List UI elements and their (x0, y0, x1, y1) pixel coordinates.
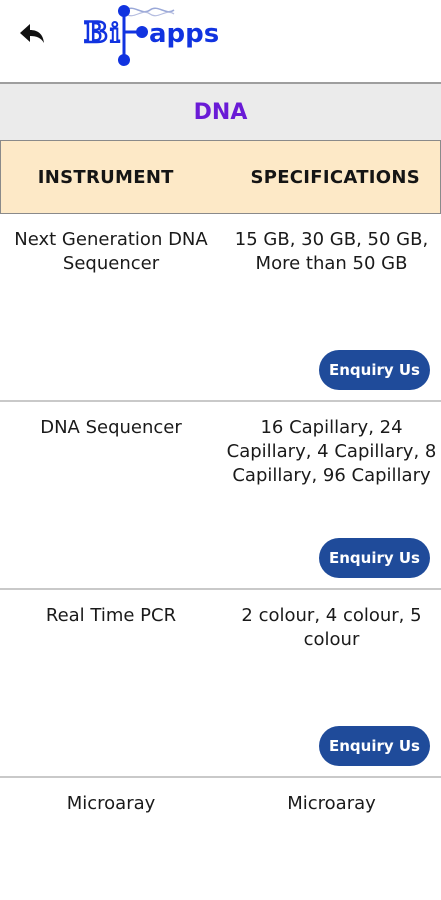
instrument-specifications: 16 Capillary, 24 Capillary, 4 Capillary,… (226, 417, 437, 486)
svg-text:apps: apps (149, 19, 219, 49)
column-header-instrument: INSTRUMENT (37, 166, 174, 188)
instrument-name: DNA Sequencer (40, 417, 182, 438)
enquiry-button[interactable]: Enquiry Us (319, 726, 430, 766)
instrument-name: Real Time PCR (45, 605, 177, 626)
enquiry-button[interactable]: Enquiry Us (319, 538, 430, 578)
instrument-specifications: Microaray (287, 793, 376, 814)
column-header-specifications: SPECIFICATIONS (250, 166, 421, 188)
instrument-specifications: 15 GB, 30 GB, 50 GB, More than 50 GB (234, 229, 429, 274)
bioapps-logo: B i apps (83, 5, 219, 66)
instrument-name: Microaray (66, 793, 156, 814)
back-button[interactable] (10, 14, 52, 54)
section-header: DNA (0, 84, 441, 140)
svg-text:i: i (110, 19, 120, 49)
enquiry-button[interactable]: Enquiry Us (319, 350, 430, 390)
table-row: Next Generation DNA Sequencer 15 GB, 30 … (0, 214, 441, 402)
instrument-name: Next Generation DNA Sequencer (14, 229, 208, 274)
section-title: DNA (193, 99, 248, 125)
instrument-list: Next Generation DNA Sequencer 15 GB, 30 … (0, 214, 441, 898)
svg-text:B: B (84, 16, 108, 49)
table-row: Microaray Microaray (0, 778, 441, 898)
app-bar: B i apps (0, 0, 441, 82)
table-header: INSTRUMENT SPECIFICATIONS (0, 140, 441, 214)
instrument-specifications: 2 colour, 4 colour, 5 colour (241, 605, 422, 650)
arrow-left-icon (20, 24, 44, 43)
table-row: DNA Sequencer 16 Capillary, 24 Capillary… (0, 402, 441, 590)
table-row: Real Time PCR 2 colour, 4 colour, 5 colo… (0, 590, 441, 778)
